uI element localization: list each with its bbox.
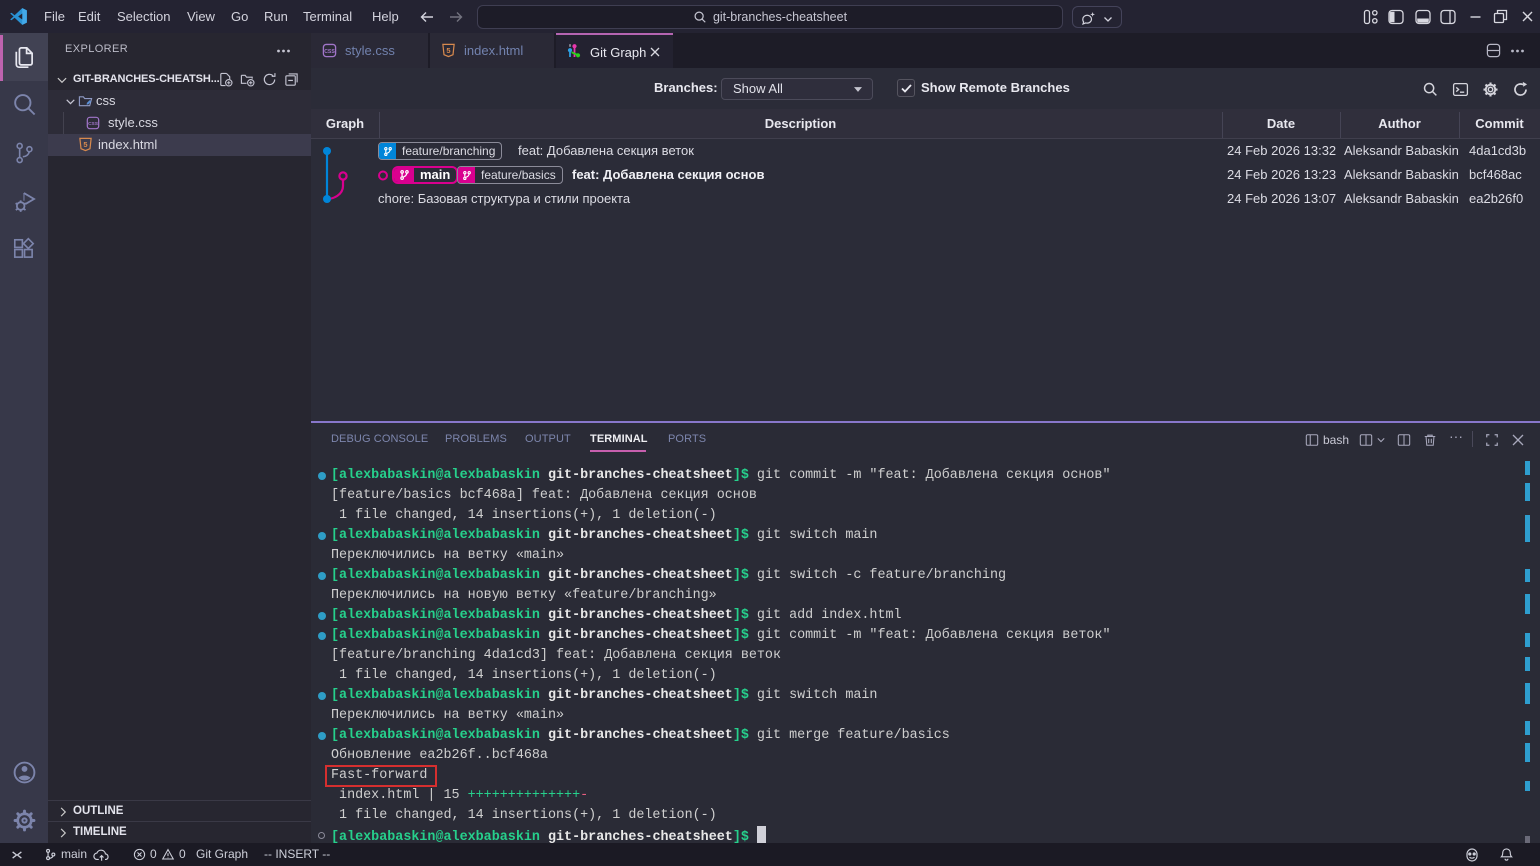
svg-text:5: 5 — [446, 46, 450, 55]
svg-text:CSS: CSS — [88, 121, 99, 127]
svg-text:5: 5 — [83, 140, 87, 149]
svg-text:CSS: CSS — [324, 49, 335, 55]
